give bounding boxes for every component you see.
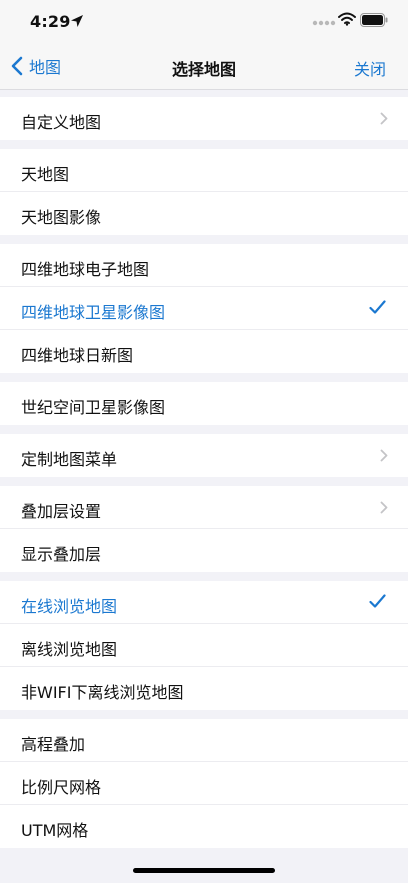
list-item-century-space-imagery[interactable]: 世纪空间卫星影像图 [0, 382, 408, 425]
list-item-label: 在线浏览地图 [21, 597, 118, 616]
section-spacer [0, 710, 408, 719]
status-time: 4:29 [30, 12, 71, 31]
list-item-overlay-settings[interactable]: 叠加层设置 [0, 486, 408, 529]
list-item-siwei-satellite-imagery[interactable]: 四维地球卫星影像图 [0, 287, 408, 330]
list-item-custom-map[interactable]: 自定义地图 [0, 97, 408, 140]
checkmark-icon [369, 300, 386, 314]
list-item-label: UTM网格 [21, 821, 89, 840]
list-item-siwei-daily-map[interactable]: 四维地球日新图 [0, 330, 408, 373]
list-item-show-overlay[interactable]: 显示叠加层 [0, 529, 408, 572]
list-item-label: 离线浏览地图 [21, 640, 118, 659]
page-title: 选择地图 [171, 60, 236, 79]
list-item-tianditu[interactable]: 天地图 [0, 149, 408, 192]
section-spacer [0, 572, 408, 581]
map-settings-list: 自定义地图 天地图 天地图影像 四维地球电子地图 四维地球卫星影像图 四维地球日… [0, 90, 408, 848]
list-item-label: 世纪空间卫星影像图 [21, 398, 166, 417]
list-item-label: 定制地图菜单 [21, 450, 118, 469]
list-item-label: 高程叠加 [21, 735, 86, 754]
list-item-label: 四维地球卫星影像图 [21, 303, 166, 322]
chevron-right-icon [380, 501, 388, 514]
section-spacer [0, 373, 408, 382]
list-item-siwei-electronic-map[interactable]: 四维地球电子地图 [0, 244, 408, 287]
signal-dots-icon [312, 20, 336, 26]
section-spacer [0, 90, 408, 97]
list-item-label: 四维地球电子地图 [21, 260, 150, 279]
list-item-label: 比例尺网格 [21, 778, 102, 797]
list-item-label: 四维地球日新图 [21, 346, 134, 365]
list-item-label: 天地图 [21, 165, 70, 184]
battery-icon [360, 13, 388, 27]
list-item-tianditu-imagery[interactable]: 天地图影像 [0, 192, 408, 235]
list-item-scale-grid[interactable]: 比例尺网格 [0, 762, 408, 805]
list-item-elevation-overlay[interactable]: 高程叠加 [0, 719, 408, 762]
home-indicator[interactable] [133, 868, 275, 873]
list-item-label: 天地图影像 [21, 208, 102, 227]
status-bar: 4:29 [0, 0, 408, 44]
close-button[interactable]: 关闭 [354, 56, 386, 80]
list-item-label: 自定义地图 [21, 113, 102, 132]
chevron-right-icon [380, 112, 388, 125]
list-item-label: 叠加层设置 [21, 502, 102, 521]
list-item-non-wifi-offline-browse[interactable]: 非WIFI下离线浏览地图 [0, 667, 408, 710]
list-item-label: 显示叠加层 [21, 545, 102, 564]
list-item-custom-map-menu[interactable]: 定制地图菜单 [0, 434, 408, 477]
section-spacer [0, 140, 408, 149]
section-spacer [0, 477, 408, 486]
navigation-bar: 地图 选择地图 关闭 [0, 44, 408, 90]
list-item-online-browse[interactable]: 在线浏览地图 [0, 581, 408, 624]
chevron-right-icon [380, 449, 388, 462]
list-item-offline-browse[interactable]: 离线浏览地图 [0, 624, 408, 667]
list-item-label: 非WIFI下离线浏览地图 [21, 683, 184, 702]
wifi-icon [338, 12, 356, 26]
list-item-utm-grid[interactable]: UTM网格 [0, 805, 408, 848]
checkmark-icon [369, 594, 386, 608]
section-spacer [0, 235, 408, 244]
location-arrow-icon [71, 15, 83, 27]
section-spacer [0, 425, 408, 434]
